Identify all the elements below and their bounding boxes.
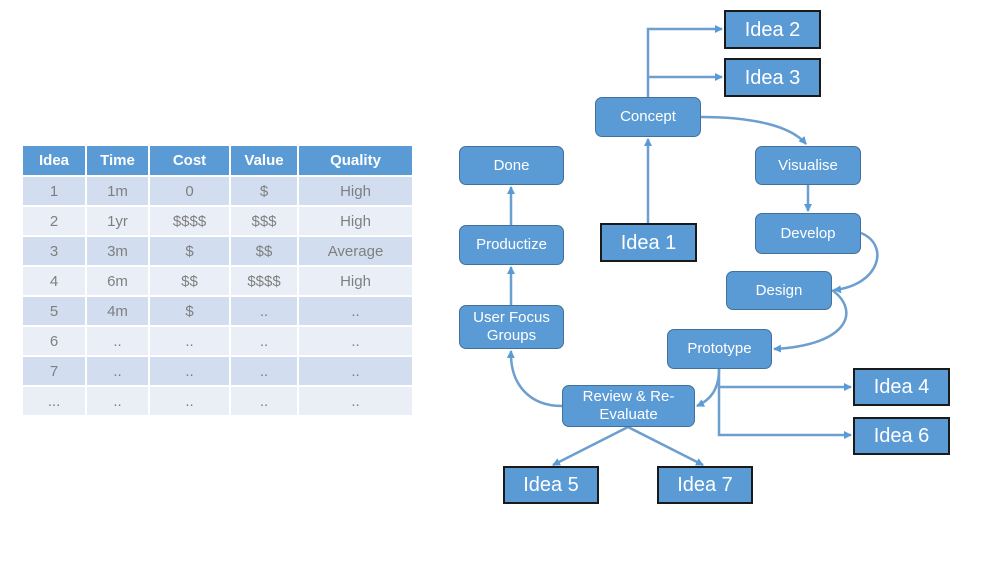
node-develop: Develop bbox=[755, 213, 861, 254]
arrow-prototype-idea6 bbox=[717, 387, 852, 439]
node-idea-6: Idea 6 bbox=[853, 417, 950, 455]
node-idea-5: Idea 5 bbox=[503, 466, 599, 504]
node-design: Design bbox=[726, 271, 832, 310]
node-productize: Productize bbox=[459, 225, 564, 265]
arrow-review-userfocus bbox=[506, 350, 563, 408]
arrow-review-idea5 bbox=[552, 425, 629, 467]
node-idea-2: Idea 2 bbox=[724, 10, 821, 49]
arrow-review-idea7 bbox=[627, 425, 704, 467]
node-review: Review & Re-Evaluate bbox=[562, 385, 695, 427]
node-visualise: Visualise bbox=[755, 146, 861, 185]
arrow-concept-idea2 bbox=[646, 25, 723, 97]
node-idea-4: Idea 4 bbox=[853, 368, 950, 406]
flow-connectors bbox=[506, 25, 879, 467]
node-prototype: Prototype bbox=[667, 329, 772, 369]
node-done: Done bbox=[459, 146, 564, 185]
node-idea-7: Idea 7 bbox=[657, 466, 753, 504]
node-idea-3: Idea 3 bbox=[724, 58, 821, 97]
node-user-focus-groups: User Focus Groups bbox=[459, 305, 564, 349]
arrow-concept-visualise bbox=[700, 115, 807, 145]
arrow-prototype-review bbox=[696, 368, 721, 408]
node-idea-1: Idea 1 bbox=[600, 223, 697, 262]
arrow-prototype-idea4 bbox=[717, 369, 852, 391]
node-concept: Concept bbox=[595, 97, 701, 137]
